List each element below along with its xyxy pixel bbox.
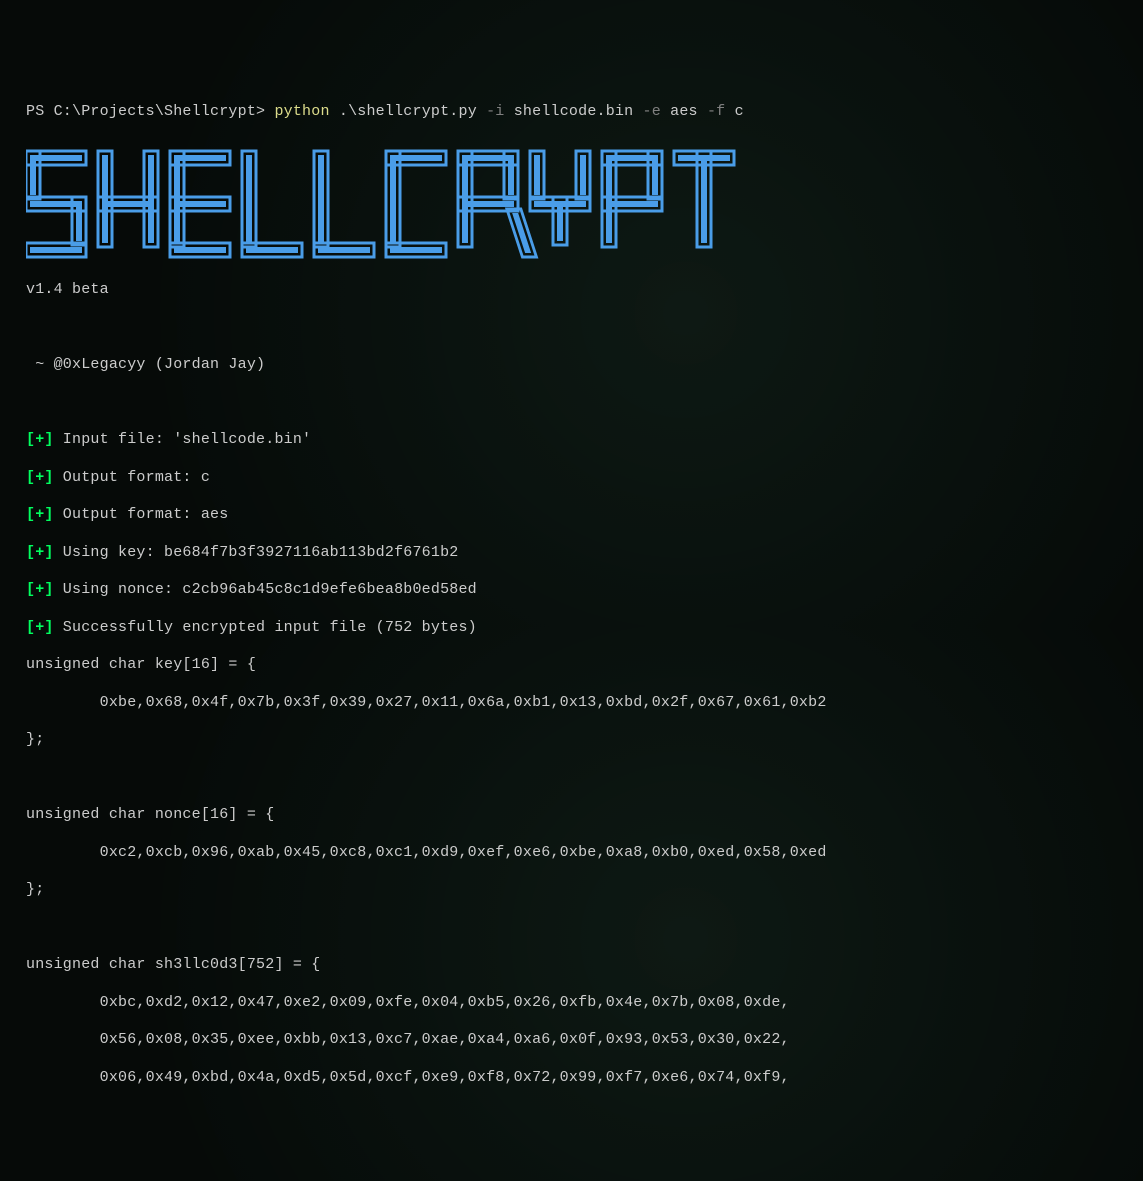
plus-marker-icon: [+] bbox=[26, 506, 54, 523]
key-close: }; bbox=[26, 731, 1117, 750]
info-line-nonce: [+] Using nonce: c2cb96ab45c8c1d9efe6bea… bbox=[26, 581, 1117, 600]
shellcode-row-0: 0xbc,0xd2,0x12,0x47,0xe2,0x09,0xfe,0x04,… bbox=[26, 994, 1117, 1013]
value-input: shellcode.bin bbox=[514, 103, 634, 120]
command-line[interactable]: PS C:\Projects\Shellcrypt> python .\shel… bbox=[26, 103, 1117, 122]
nonce-bytes: 0xc2,0xcb,0x96,0xab,0x45,0xc8,0xc1,0xd9,… bbox=[26, 844, 1117, 863]
info-line-format: [+] Output format: c bbox=[26, 469, 1117, 488]
key-declaration: unsigned char key[16] = { bbox=[26, 656, 1117, 675]
shellcode-row-1: 0x56,0x08,0x35,0xee,0xbb,0x13,0xc7,0xae,… bbox=[26, 1031, 1117, 1050]
plus-marker-icon: [+] bbox=[26, 469, 54, 486]
flag-encrypt: -e bbox=[643, 103, 661, 120]
author-text: ~ @0xLegacyy (Jordan Jay) bbox=[26, 356, 1117, 375]
plus-marker-icon: [+] bbox=[26, 431, 54, 448]
plus-marker-icon: [+] bbox=[26, 544, 54, 561]
info-line-key: [+] Using key: be684f7b3f3927116ab113bd2… bbox=[26, 544, 1117, 563]
plus-marker-icon: [+] bbox=[26, 619, 54, 636]
python-interpreter: python bbox=[274, 103, 329, 120]
value-format: c bbox=[735, 103, 744, 120]
key-bytes: 0xbe,0x68,0x4f,0x7b,0x3f,0x39,0x27,0x11,… bbox=[26, 694, 1117, 713]
info-line-cipher: [+] Output format: aes bbox=[26, 506, 1117, 525]
shellcode-declaration: unsigned char sh3llc0d3[752] = { bbox=[26, 956, 1117, 975]
ps-prompt: PS C:\Projects\Shellcrypt> bbox=[26, 103, 274, 120]
version-text: v1.4 beta bbox=[26, 281, 1117, 300]
shellcrypt-logo bbox=[26, 149, 746, 259]
info-line-input: [+] Input file: 'shellcode.bin' bbox=[26, 431, 1117, 450]
flag-format: -f bbox=[707, 103, 725, 120]
info-line-success: [+] Successfully encrypted input file (7… bbox=[26, 619, 1117, 638]
value-encrypt: aes bbox=[670, 103, 698, 120]
script-path: .\shellcrypt.py bbox=[339, 103, 477, 120]
plus-marker-icon: [+] bbox=[26, 581, 54, 598]
nonce-declaration: unsigned char nonce[16] = { bbox=[26, 806, 1117, 825]
nonce-close: }; bbox=[26, 881, 1117, 900]
flag-input: -i bbox=[486, 103, 504, 120]
shellcode-row-2: 0x06,0x49,0xbd,0x4a,0xd5,0x5d,0xcf,0xe9,… bbox=[26, 1069, 1117, 1088]
